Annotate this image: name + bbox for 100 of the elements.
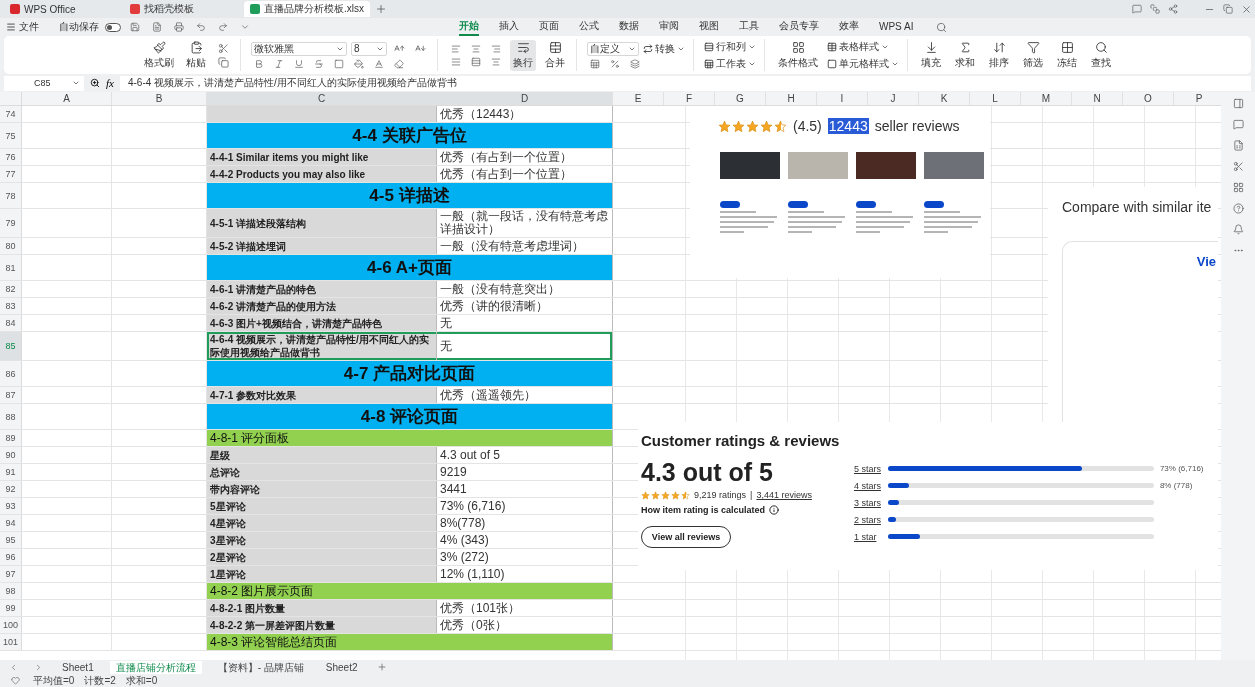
- row-number[interactable]: 95: [0, 532, 22, 548]
- ribbon-tab[interactable]: 审阅: [659, 18, 679, 36]
- format-painter-button[interactable]: 格式刷: [141, 39, 177, 71]
- row-number[interactable]: 76: [0, 149, 22, 165]
- style-button[interactable]: 表格样式: [827, 39, 899, 54]
- merge-button[interactable]: 合并: [542, 39, 568, 71]
- column-header[interactable]: H: [766, 92, 817, 105]
- font-select[interactable]: 微软雅黑: [251, 41, 347, 56]
- star-filter-link[interactable]: 1 star: [853, 531, 882, 542]
- edit-tool-button[interactable]: 填充: [918, 39, 944, 71]
- sheet-tool-button[interactable]: 行和列: [704, 39, 756, 54]
- wrap-text-button[interactable]: 换行: [510, 39, 536, 71]
- row-number[interactable]: 79: [0, 209, 22, 237]
- column-header[interactable]: O: [1123, 92, 1174, 105]
- formula-field[interactable]: 4-6-4 视频展示，讲清楚产品特性/用不同红人的实际使用视频给产品做背书: [119, 75, 1251, 91]
- row-number[interactable]: 94: [0, 515, 22, 531]
- row-number[interactable]: 92: [0, 481, 22, 497]
- column-header[interactable]: L: [970, 92, 1021, 105]
- paste-button[interactable]: 粘贴: [183, 39, 209, 71]
- column-header[interactable]: A: [22, 92, 112, 105]
- ribbon-tab[interactable]: 视图: [699, 18, 719, 36]
- ribbon-tab[interactable]: 工具: [739, 18, 759, 36]
- font-grow-icon[interactable]: [391, 43, 408, 54]
- eraser-icon[interactable]: [391, 58, 407, 69]
- conditional-format-button[interactable]: 条件格式: [775, 39, 821, 71]
- ribbon-tab[interactable]: 效率: [839, 18, 859, 36]
- edit-tool-button[interactable]: 冻结: [1054, 39, 1080, 71]
- sheet-tab[interactable]: Sheet1: [56, 660, 100, 674]
- restore-icon[interactable]: [1220, 4, 1236, 14]
- row-number[interactable]: 77: [0, 166, 22, 182]
- row-number[interactable]: 75: [0, 123, 22, 148]
- zoom-icon[interactable]: [90, 78, 100, 88]
- app-tab[interactable]: 找稻壳模板: [124, 1, 242, 17]
- row-number[interactable]: 90: [0, 447, 22, 463]
- font-shrink-icon[interactable]: [412, 43, 429, 54]
- app-tab[interactable]: 直播品牌分析模板.xlsx: [244, 1, 370, 17]
- ribbon-tab[interactable]: WPS AI: [879, 19, 914, 35]
- row-number[interactable]: 85: [0, 332, 22, 360]
- column-header[interactable]: D: [437, 92, 613, 105]
- row-number[interactable]: 74: [0, 106, 22, 122]
- row-number[interactable]: 96: [0, 549, 22, 565]
- star-filter-link[interactable]: 5 stars: [853, 463, 882, 474]
- star-filter-link[interactable]: 2 stars: [853, 514, 882, 525]
- column-header[interactable]: C: [207, 92, 437, 105]
- row-number[interactable]: 81: [0, 255, 22, 280]
- edit-tool-button[interactable]: 排序: [986, 39, 1012, 71]
- row-number[interactable]: 82: [0, 281, 22, 297]
- edit-tool-button[interactable]: 求和: [952, 39, 978, 71]
- column-header[interactable]: G: [715, 92, 766, 105]
- row-number[interactable]: 84: [0, 315, 22, 331]
- row-number[interactable]: 89: [0, 430, 22, 446]
- app-tab[interactable]: WPS Office: [4, 1, 122, 17]
- fill-color-icon[interactable]: [351, 58, 367, 69]
- ribbon-tab[interactable]: 会员专享: [779, 18, 819, 36]
- row-number[interactable]: 80: [0, 238, 22, 254]
- file-menu[interactable]: 文件: [6, 20, 39, 34]
- star-filter-link[interactable]: 4 stars: [853, 480, 882, 491]
- reviews-link[interactable]: 3,441 reviews: [756, 490, 812, 500]
- copy-icon[interactable]: [215, 56, 232, 68]
- sheet-tab[interactable]: 直播店铺分析流程: [109, 660, 202, 674]
- info-icon[interactable]: [769, 505, 780, 515]
- view-reviews-button[interactable]: View all reviews: [641, 526, 731, 548]
- column-header[interactable]: J: [868, 92, 919, 105]
- view-link[interactable]: Vie: [1196, 254, 1216, 269]
- ribbon-tab[interactable]: 页面: [539, 18, 559, 36]
- edit-tool-button[interactable]: 筛选: [1020, 39, 1046, 71]
- sheet-tool-button[interactable]: 工作表: [704, 56, 756, 71]
- row-number[interactable]: 91: [0, 464, 22, 480]
- convert-button[interactable]: 转换: [643, 41, 685, 56]
- row-number[interactable]: 99: [0, 600, 22, 616]
- ribbon-tab[interactable]: 公式: [579, 18, 599, 36]
- function-label[interactable]: fx: [106, 77, 114, 89]
- column-header[interactable]: I: [817, 92, 868, 105]
- row-number[interactable]: 78: [0, 183, 22, 208]
- column-header[interactable]: N: [1072, 92, 1123, 105]
- cell-name-box[interactable]: C85: [4, 75, 84, 91]
- row-number[interactable]: 88: [0, 404, 22, 429]
- font-size-select[interactable]: 8: [351, 41, 387, 56]
- row-number[interactable]: 101: [0, 634, 22, 650]
- row-number[interactable]: 83: [0, 298, 22, 314]
- print-icon[interactable]: [171, 22, 187, 32]
- row-number[interactable]: 87: [0, 387, 22, 403]
- ribbon-tab[interactable]: 插入: [499, 18, 519, 36]
- ribbon-tab[interactable]: 数据: [619, 18, 639, 36]
- column-header[interactable]: F: [664, 92, 715, 105]
- number-format-select[interactable]: 自定义: [587, 41, 639, 56]
- row-number[interactable]: 97: [0, 566, 22, 582]
- column-header[interactable]: K: [919, 92, 970, 105]
- sheet-tab[interactable]: Sheet2: [319, 660, 364, 674]
- row-number[interactable]: 93: [0, 498, 22, 514]
- row-number[interactable]: 100: [0, 617, 22, 633]
- edit-tool-button[interactable]: 查找: [1088, 39, 1114, 71]
- row-number[interactable]: 98: [0, 583, 22, 599]
- autosave-toggle[interactable]: [105, 22, 121, 32]
- column-header[interactable]: E: [613, 92, 664, 105]
- sheet-tab[interactable]: 【资料】- 品牌店铺: [211, 660, 310, 674]
- style-button[interactable]: 单元格样式: [827, 56, 899, 71]
- star-filter-link[interactable]: 3 stars: [853, 497, 882, 508]
- column-header[interactable]: M: [1021, 92, 1072, 105]
- row-number[interactable]: 86: [0, 361, 22, 386]
